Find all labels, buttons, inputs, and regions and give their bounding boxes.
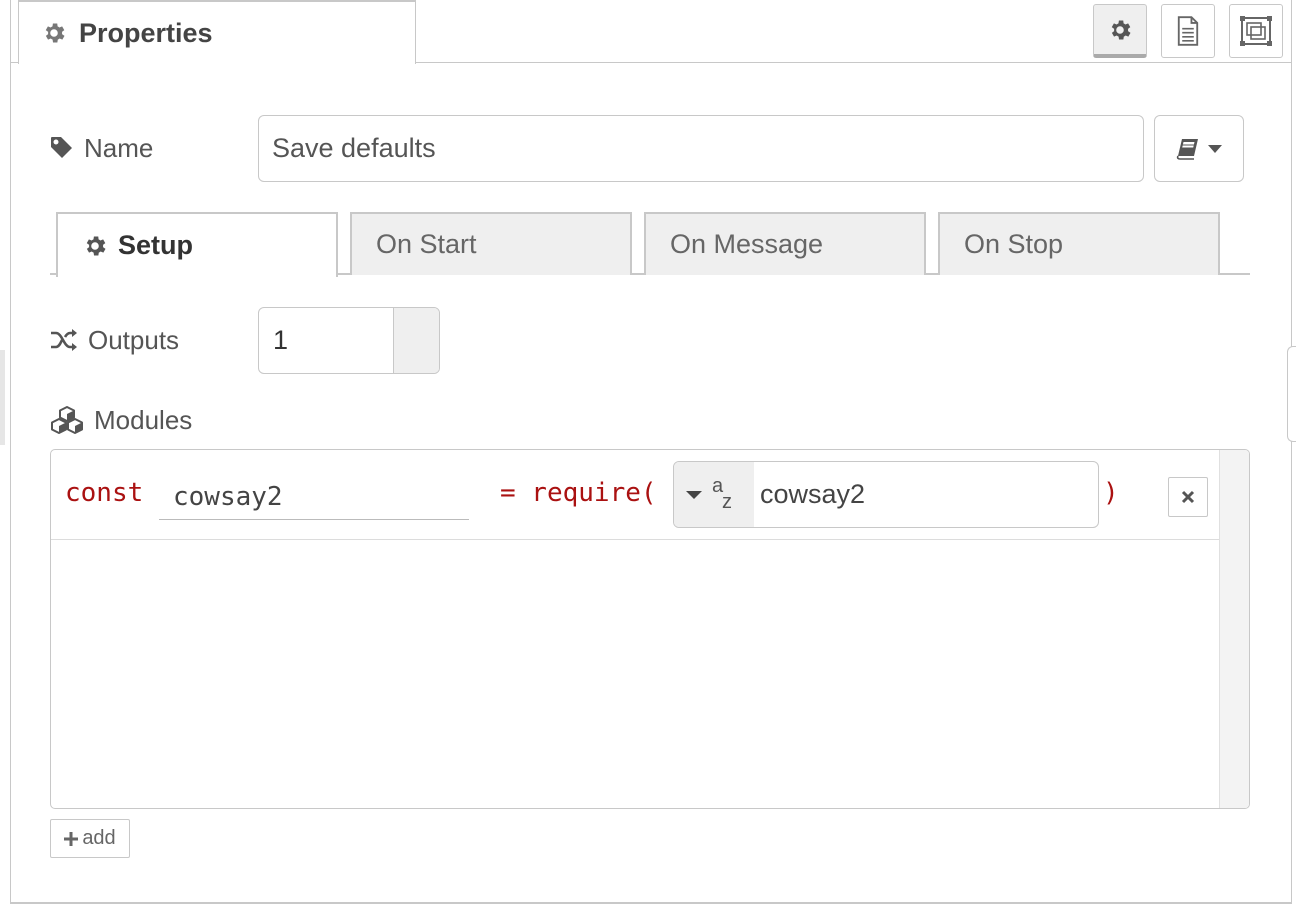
tab-setup[interactable]: Setup <box>56 212 338 277</box>
const-keyword: const <box>65 478 144 508</box>
library-button[interactable] <box>1154 115 1244 182</box>
properties-tab[interactable]: Properties <box>18 0 416 64</box>
outputs-label: Outputs <box>50 320 179 360</box>
description-button[interactable] <box>1161 4 1215 58</box>
left-edge-strip <box>0 350 5 445</box>
properties-tab-label: Properties <box>79 17 213 48</box>
gear-icon <box>41 20 67 46</box>
az-string-icon: az <box>712 474 732 513</box>
stepper-buttons[interactable] <box>393 308 439 373</box>
type-selector[interactable]: az <box>674 462 754 527</box>
modules-list[interactable]: const cowsay2 = require( az cowsay2 ) <box>50 449 1250 809</box>
require-text: = require( <box>500 478 657 508</box>
cubes-icon <box>50 405 84 435</box>
modules-label: Modules <box>50 400 192 440</box>
module-row: const cowsay2 = require( az cowsay2 ) <box>51 450 1219 540</box>
plus-icon <box>64 831 79 846</box>
resize-handle[interactable] <box>1287 346 1296 442</box>
caret-down-icon <box>1208 144 1222 154</box>
appearance-button[interactable] <box>1229 4 1283 58</box>
gear-icon <box>82 233 108 259</box>
name-field[interactable]: Save defaults <box>258 115 1144 182</box>
close-icon <box>1181 490 1195 504</box>
book-icon <box>1176 138 1200 160</box>
tag-icon <box>50 136 74 160</box>
settings-button[interactable] <box>1093 4 1147 58</box>
layout-icon <box>1240 16 1272 46</box>
file-text-icon <box>1176 16 1200 46</box>
add-module-button[interactable]: add <box>50 819 130 858</box>
random-icon <box>50 328 78 352</box>
tab-on-stop[interactable]: On Stop <box>938 212 1220 275</box>
remove-module-button[interactable] <box>1168 477 1208 517</box>
module-var-input[interactable]: cowsay2 <box>159 474 469 520</box>
modules-scrollbar[interactable] <box>1219 450 1249 808</box>
tab-on-message[interactable]: On Message <box>644 212 926 275</box>
tab-on-start[interactable]: On Start <box>350 212 632 275</box>
caret-down-icon <box>686 490 702 500</box>
gear-icon <box>1107 17 1133 43</box>
close-paren: ) <box>1103 478 1119 508</box>
outputs-stepper[interactable]: 1 <box>258 307 440 374</box>
module-name-input[interactable]: az cowsay2 <box>673 461 1099 528</box>
name-label: Name <box>50 128 153 168</box>
